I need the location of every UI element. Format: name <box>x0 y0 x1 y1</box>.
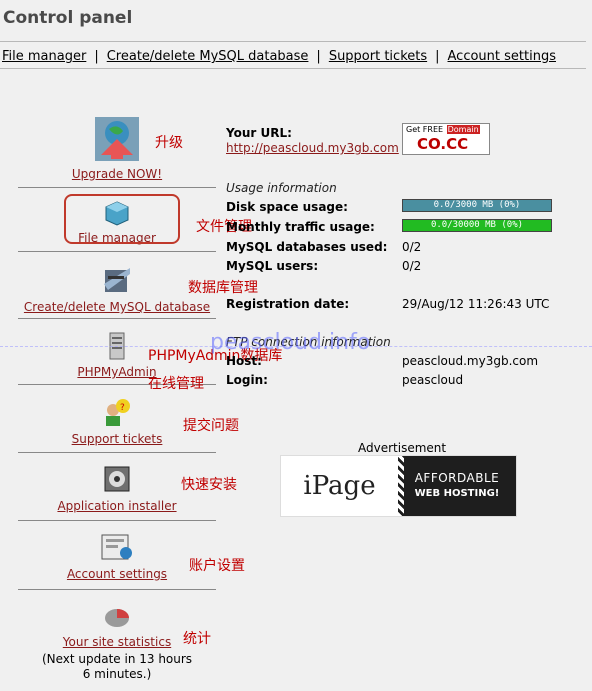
sidebar-item-label[interactable]: PHPMyAdmin <box>77 365 156 379</box>
mysql-users-value: 0/2 <box>402 259 422 273</box>
sidebar-item-mysql[interactable]: Create/delete MySQL database <box>18 264 216 315</box>
divider <box>0 41 586 42</box>
promo-line1a: Get FREE <box>406 125 446 134</box>
sidebar-item-label[interactable]: Your site statistics <box>63 635 171 649</box>
statistics-icon <box>105 609 129 627</box>
divider <box>18 251 216 252</box>
upgrade-globe-icon <box>95 117 139 161</box>
top-nav: File manager | Create/delete MySQL databas… <box>2 49 556 64</box>
sidebar-item-label[interactable]: Upgrade NOW! <box>72 167 162 181</box>
host-label: Host: <box>226 354 262 368</box>
annotation-account: 账户设置 <box>189 558 245 574</box>
mysql-db-value: 0/2 <box>402 240 422 254</box>
registration-label: Registration date: <box>226 297 350 311</box>
nav-support[interactable]: Support tickets <box>329 49 427 64</box>
ad-label: Advertisement <box>358 441 447 455</box>
sidebar-item-account-settings[interactable]: Account settings <box>18 531 216 582</box>
sidebar-item-label[interactable]: Application installer <box>57 499 176 513</box>
ad-line1: AFFORDABLE <box>414 471 500 485</box>
divider <box>18 318 216 319</box>
watermark: peascloud.info <box>210 330 371 355</box>
annotation-upgrade: 升级 <box>155 135 183 151</box>
ad-brand: iPage <box>303 471 376 501</box>
highlight-outline <box>64 194 180 244</box>
installer-icon <box>104 466 130 492</box>
divider <box>18 520 216 521</box>
settings-icon <box>101 534 132 560</box>
login-value: peascloud <box>402 373 464 387</box>
promo-logo: CO.CC <box>417 135 469 153</box>
annotation-mysql: 数据库管理 <box>188 280 258 296</box>
annotation-statistics: 统计 <box>183 631 211 647</box>
usage-heading: Usage information <box>226 181 337 195</box>
page-title: Control panel <box>3 8 133 28</box>
nav-mysql[interactable]: Create/delete MySQL database <box>107 49 309 64</box>
mysql-db-label: MySQL databases used: <box>226 240 388 254</box>
nav-account-settings[interactable]: Account settings <box>448 49 556 64</box>
annotation-installer: 快速安装 <box>181 477 237 493</box>
divider <box>18 589 216 590</box>
ipage-ad-banner[interactable]: iPage AFFORDABLE WEB HOSTING! <box>280 455 517 517</box>
ad-stripe <box>398 456 404 516</box>
registration-value: 29/Aug/12 11:26:43 UTC <box>402 297 550 311</box>
ad-line2: WEB HOSTING! <box>414 488 500 499</box>
sidebar-item-label[interactable]: Create/delete MySQL database <box>24 300 210 314</box>
traffic-usage-bar: 0.0/30000 MB (0%) <box>402 219 552 232</box>
divider <box>18 187 216 188</box>
your-url-link[interactable]: http://peascloud.my3gb.com <box>226 141 399 155</box>
host-value: peascloud.my3gb.com <box>402 354 539 368</box>
divider <box>0 68 586 69</box>
annotation-support: 提交问题 <box>183 418 239 434</box>
support-people-icon: ? <box>106 399 130 426</box>
sidebar-item-label[interactable]: Support tickets <box>72 432 163 446</box>
sidebar-item-label[interactable]: Account settings <box>67 567 167 581</box>
login-label: Login: <box>226 373 268 387</box>
stats-update-note: (Next update in 13 hours 6 minutes.) <box>41 652 193 681</box>
disk-usage-bar: 0.0/3000 MB (0%) <box>402 199 552 212</box>
your-url-label: Your URL: <box>226 126 292 140</box>
nav-file-manager[interactable]: File manager <box>2 49 86 64</box>
mysql-database-icon <box>104 268 130 292</box>
traffic-label: Monthly traffic usage: <box>226 220 375 234</box>
promo-line1b: Domain <box>446 125 480 134</box>
svg-text:?: ? <box>120 403 125 413</box>
annotation-online-manage: 在线管理 <box>148 376 204 392</box>
divider <box>18 452 216 453</box>
coc-promo-banner[interactable]: Get FREE Domain CO.CC <box>402 123 490 155</box>
sidebar-item-upgrade[interactable]: Upgrade NOW! <box>18 115 216 182</box>
mysql-users-label: MySQL users: <box>226 259 319 273</box>
disk-label: Disk space usage: <box>226 200 348 214</box>
